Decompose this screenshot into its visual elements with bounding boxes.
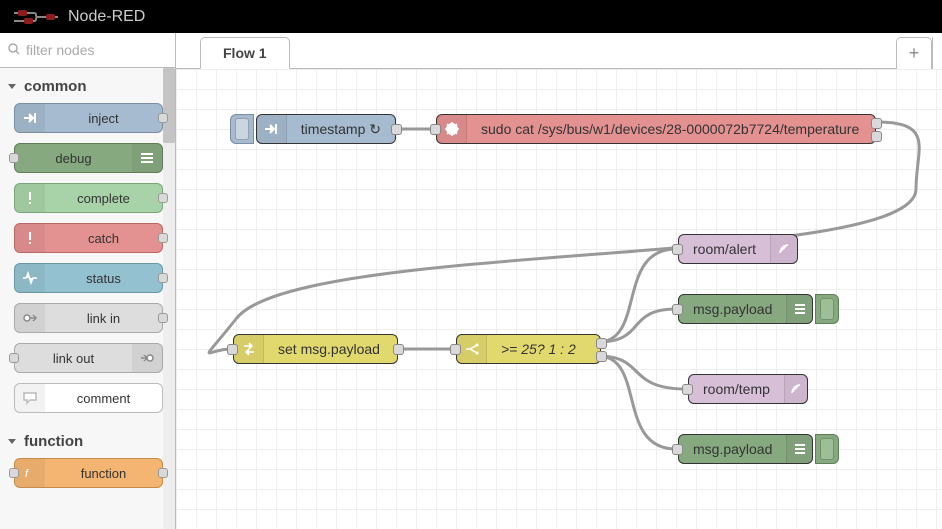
palette-node-complete[interactable]: complete xyxy=(14,183,163,213)
input-port[interactable] xyxy=(227,344,238,355)
pulse-icon xyxy=(15,264,45,292)
port-out[interactable] xyxy=(158,313,168,323)
bang-icon xyxy=(15,224,45,252)
output-port-1[interactable] xyxy=(596,338,607,349)
palette-node-label: status xyxy=(45,271,162,286)
palette-node-comment[interactable]: comment xyxy=(14,383,163,413)
node-label: room/alert xyxy=(679,241,770,257)
input-port[interactable] xyxy=(450,344,461,355)
palette-node-label: link in xyxy=(45,311,162,326)
port-in[interactable] xyxy=(9,468,19,478)
category-header-common[interactable]: common xyxy=(0,68,175,103)
palette-node-label: comment xyxy=(45,391,162,406)
app-title: Node-RED xyxy=(68,8,145,26)
node-label: msg.payload xyxy=(679,301,786,317)
swap-icon xyxy=(234,335,264,363)
port-in[interactable] xyxy=(9,153,19,163)
link-in-icon xyxy=(15,304,45,332)
tab-flow-1[interactable]: Flow 1 xyxy=(200,37,290,69)
tab-bar: Flow 1 + xyxy=(176,33,942,69)
palette-node-label: complete xyxy=(45,191,162,206)
node-debug-2[interactable]: msg.payload xyxy=(678,434,813,464)
output-port-1[interactable] xyxy=(871,118,882,129)
node-change-set-payload[interactable]: set msg.payload xyxy=(233,334,398,364)
comment-icon xyxy=(15,384,45,412)
port-out[interactable] xyxy=(158,468,168,478)
node-label: timestamp ↻ xyxy=(287,121,395,138)
input-port[interactable] xyxy=(672,444,683,455)
palette-node-label: debug xyxy=(15,151,132,166)
node-label: set msg.payload xyxy=(264,341,394,357)
palette-scroll[interactable]: common inject debug complete catch status link… xyxy=(0,68,175,529)
palette-node-status[interactable]: status xyxy=(14,263,163,293)
search-icon xyxy=(8,43,20,58)
arrow-in-icon xyxy=(15,104,45,132)
filter-row xyxy=(0,33,175,68)
node-debug-1[interactable]: msg.payload xyxy=(678,294,813,324)
chevron-down-icon xyxy=(8,84,16,89)
node-label: msg.payload xyxy=(679,441,786,457)
palette-node-label: inject xyxy=(45,111,162,126)
output-port-2[interactable] xyxy=(871,131,882,142)
arrow-in-icon xyxy=(257,115,287,143)
output-port[interactable] xyxy=(393,344,404,355)
node-red-logo xyxy=(14,8,58,26)
port-out[interactable] xyxy=(158,193,168,203)
input-port[interactable] xyxy=(430,124,441,135)
palette-node-inject[interactable]: inject xyxy=(14,103,163,133)
palette-node-catch[interactable]: catch xyxy=(14,223,163,253)
palette-node-debug[interactable]: debug xyxy=(14,143,163,173)
node-switch-threshold[interactable]: >= 25? 1 : 2 xyxy=(456,334,601,364)
palette-node-label: function xyxy=(45,466,162,481)
workspace: Flow 1 + xyxy=(176,33,942,529)
bars-icon xyxy=(786,295,812,323)
port-out[interactable] xyxy=(158,233,168,243)
node-label: sudo cat /sys/bus/w1/devices/28-0000072b… xyxy=(467,121,873,137)
scrollbar-thumb[interactable] xyxy=(163,68,175,143)
node-mqtt-room-alert[interactable]: room/alert xyxy=(678,234,798,264)
broadcast-icon xyxy=(784,375,807,403)
debug-toggle-button-2[interactable] xyxy=(815,434,839,464)
inject-trigger-button[interactable] xyxy=(230,114,254,144)
node-mqtt-room-temp[interactable]: room/temp xyxy=(688,374,808,404)
palette-node-function[interactable]: f function xyxy=(14,458,163,488)
link-out-icon xyxy=(132,344,162,372)
output-port[interactable] xyxy=(391,124,402,135)
palette-node-label: catch xyxy=(45,231,162,246)
app-header: Node-RED xyxy=(0,0,942,33)
fx-icon: f xyxy=(15,459,45,487)
bars-icon xyxy=(132,144,162,172)
bars-icon xyxy=(786,435,812,463)
node-exec-cat-temperature[interactable]: sudo cat /sys/bus/w1/devices/28-0000072b… xyxy=(436,114,876,144)
svg-text:f: f xyxy=(25,468,29,480)
tab-overflow[interactable] xyxy=(932,37,942,69)
palette-sidebar: common inject debug complete catch status link… xyxy=(0,33,176,529)
port-out[interactable] xyxy=(158,113,168,123)
category-header-function[interactable]: function xyxy=(0,423,175,458)
input-port[interactable] xyxy=(672,244,683,255)
port-in[interactable] xyxy=(9,353,19,363)
chevron-down-icon xyxy=(8,439,16,444)
node-label: >= 25? 1 : 2 xyxy=(487,341,590,357)
palette-node-link-in[interactable]: link in xyxy=(14,303,163,333)
bang-icon xyxy=(15,184,45,212)
category-label: common xyxy=(24,78,87,95)
palette-node-link-out[interactable]: link out xyxy=(14,343,163,373)
gear-icon xyxy=(437,115,467,143)
node-inject-timestamp[interactable]: timestamp ↻ xyxy=(256,114,396,144)
input-port[interactable] xyxy=(682,384,693,395)
add-tab-button[interactable]: + xyxy=(896,37,932,69)
output-port-2[interactable] xyxy=(596,351,607,362)
flow-canvas[interactable]: timestamp ↻ sudo cat /sys/bus/w1/devices… xyxy=(176,69,942,529)
broadcast-icon xyxy=(770,235,797,263)
switch-icon xyxy=(457,335,487,363)
category-label: function xyxy=(24,433,83,450)
port-out[interactable] xyxy=(158,273,168,283)
input-port[interactable] xyxy=(672,304,683,315)
palette-node-label: link out xyxy=(15,351,132,366)
node-label: room/temp xyxy=(689,381,784,397)
debug-toggle-button-1[interactable] xyxy=(815,294,839,324)
